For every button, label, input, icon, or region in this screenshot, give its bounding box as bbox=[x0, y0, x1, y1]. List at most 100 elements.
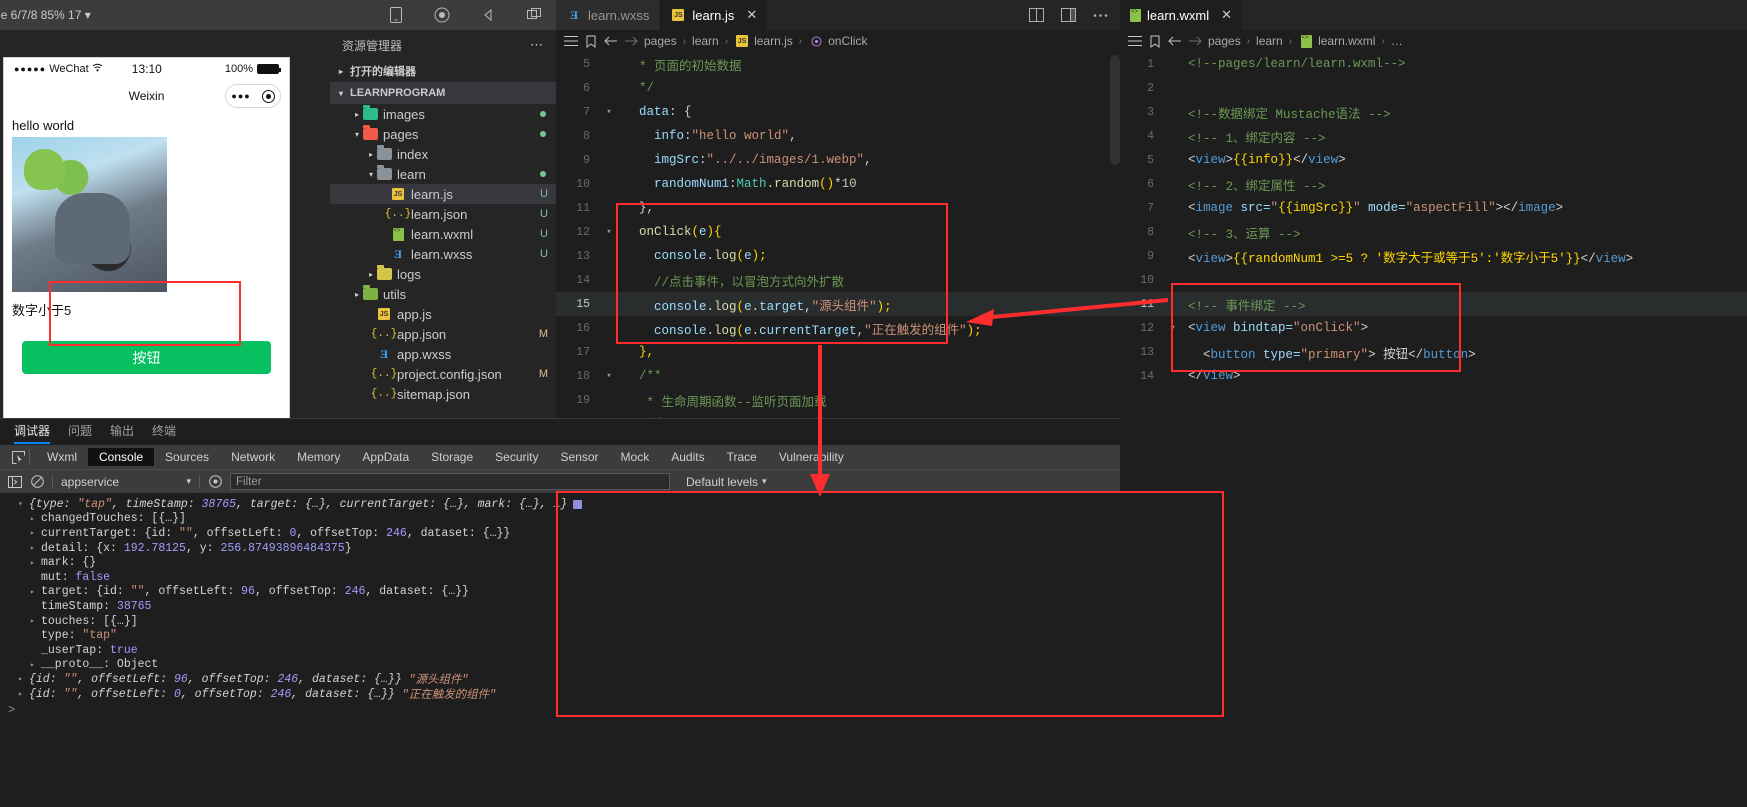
code-text[interactable]: <!--pages/learn/learn.wxml--> bbox=[1180, 57, 1406, 71]
chevron-right-icon[interactable]: ▸ bbox=[352, 110, 362, 119]
bookmark-icon[interactable] bbox=[584, 34, 598, 48]
fold-chevron-icon[interactable]: ▾ bbox=[602, 107, 616, 117]
console-line[interactable]: ▸__proto__: Object bbox=[0, 658, 1120, 673]
file-tree-item[interactable]: learn.wxmlU bbox=[330, 224, 556, 244]
live-expression-icon[interactable] bbox=[208, 475, 222, 489]
code-text[interactable]: <view bindtap="onClick"> bbox=[1180, 321, 1368, 335]
console-tab-sensor[interactable]: Sensor bbox=[550, 448, 610, 466]
expand-right-icon[interactable]: ▸ bbox=[18, 689, 29, 699]
console-tab-vulnerability[interactable]: Vulnerability bbox=[768, 448, 855, 466]
bookmark-icon[interactable] bbox=[1148, 34, 1162, 48]
debugger-tab-2[interactable]: 输出 bbox=[110, 422, 134, 442]
debugger-tab-0[interactable]: 调试器 bbox=[14, 422, 50, 442]
code-text[interactable]: <!-- 2、绑定属性 --> bbox=[1180, 175, 1326, 194]
breadcrumb-item[interactable]: JSlearn.js bbox=[734, 33, 793, 49]
primary-button[interactable]: 按钮 bbox=[22, 341, 271, 374]
expand-right-icon[interactable]: ▸ bbox=[18, 674, 29, 684]
breadcrumb-item[interactable]: … bbox=[1391, 34, 1403, 48]
phone-icon[interactable] bbox=[388, 7, 404, 23]
expand-right-icon[interactable]: ▸ bbox=[30, 616, 41, 626]
debugger-tab-1[interactable]: 问题 bbox=[68, 422, 92, 442]
code-text[interactable]: <view>{{info}}</view> bbox=[1180, 153, 1346, 167]
code-text[interactable]: <image src="{{imgSrc}}" mode="aspectFill… bbox=[1180, 201, 1563, 215]
console-tab-sources[interactable]: Sources bbox=[154, 448, 220, 466]
file-tree-item[interactable]: ▸images bbox=[330, 104, 556, 124]
close-icon[interactable]: ✕ bbox=[746, 7, 757, 23]
fold-chevron-icon[interactable]: ▾ bbox=[1166, 323, 1180, 333]
chevron-right-icon[interactable]: ▸ bbox=[352, 290, 362, 299]
code-text[interactable]: data: { bbox=[616, 105, 692, 119]
code-text[interactable]: console.log(e.target,"源头组件"); bbox=[616, 295, 892, 314]
expand-right-icon[interactable]: ▸ bbox=[30, 660, 41, 670]
console-tab-trace[interactable]: Trace bbox=[716, 448, 768, 466]
console-line[interactable]: ▸touches: [{…}] bbox=[0, 614, 1120, 629]
breadcrumb-item[interactable]: learn bbox=[692, 34, 719, 48]
console-tab-appdata[interactable]: AppData bbox=[351, 448, 420, 466]
forward-arrow-icon[interactable] bbox=[1188, 34, 1202, 48]
clear-console-icon[interactable] bbox=[30, 475, 44, 489]
chevron-right-icon[interactable]: ▸ bbox=[366, 270, 376, 279]
file-tree-item[interactable]: ▾learn bbox=[330, 164, 556, 184]
tab-learn-wxml[interactable]: learn.wxml ✕ bbox=[1120, 0, 1243, 30]
console-line[interactable]: _userTap: true bbox=[0, 643, 1120, 658]
console-tab-security[interactable]: Security bbox=[484, 448, 549, 466]
console-tab-console[interactable]: Console bbox=[88, 448, 154, 466]
console-tab-mock[interactable]: Mock bbox=[610, 448, 661, 466]
sound-icon[interactable] bbox=[480, 7, 496, 23]
file-tree-item[interactable]: {..}app.jsonM bbox=[330, 324, 556, 344]
chevron-right-icon[interactable]: ▸ bbox=[366, 150, 376, 159]
file-tree-item[interactable]: Ǝapp.wxss bbox=[330, 344, 556, 364]
console-line[interactable]: ▸changedTouches: [{…}] bbox=[0, 512, 1120, 527]
file-tree-item[interactable]: {..}project.config.jsonM bbox=[330, 364, 556, 384]
breadcrumb-item[interactable]: pages bbox=[1208, 34, 1241, 48]
file-tree-item[interactable]: Ǝlearn.wxssU bbox=[330, 244, 556, 264]
code-text[interactable]: <!-- 3、运算 --> bbox=[1180, 223, 1301, 242]
code-text[interactable]: * 页面的初始数据 bbox=[616, 55, 742, 74]
window-icon[interactable] bbox=[526, 7, 542, 23]
file-tree-item[interactable]: {..}learn.jsonU bbox=[330, 204, 556, 224]
log-levels-selector[interactable]: Default levels ▾ bbox=[686, 475, 767, 489]
expand-right-icon[interactable]: ▸ bbox=[30, 514, 41, 524]
console-line[interactable]: ▸currentTarget: {id: "", offsetLeft: 0, … bbox=[0, 526, 1120, 541]
breadcrumb-item[interactable]: onClick bbox=[808, 33, 867, 49]
inspect-element-icon[interactable] bbox=[8, 449, 30, 465]
open-editors-section[interactable]: ▸ 打开的编辑器 bbox=[330, 60, 556, 82]
code-text[interactable]: imgSrc:"../../images/1.webp", bbox=[616, 153, 872, 167]
code-text[interactable]: * 生命周期函数--监听页面加载 bbox=[616, 391, 827, 410]
console-line[interactable]: timeStamp: 38765 bbox=[0, 599, 1120, 614]
breadcrumb-item[interactable]: pages bbox=[644, 34, 677, 48]
console-tab-storage[interactable]: Storage bbox=[420, 448, 484, 466]
js-code-area[interactable]: 5 * 页面的初始数据6 */7▾ data: {8 info:"hello w… bbox=[556, 52, 1120, 460]
file-tree-item[interactable]: ▸utils bbox=[330, 284, 556, 304]
file-tree-item[interactable]: ▸logs bbox=[330, 264, 556, 284]
code-text[interactable]: }, bbox=[616, 345, 654, 359]
code-text[interactable]: <button type="primary"> 按钮</button> bbox=[1180, 343, 1476, 362]
breadcrumb-item[interactable]: learn.wxml bbox=[1298, 33, 1375, 49]
code-text[interactable]: }, bbox=[616, 201, 654, 215]
device-selector[interactable]: ne 6/7/8 85% 17 ▾ bbox=[0, 8, 91, 22]
console-output[interactable]: ▾{type: "tap", timeStamp: 38765, target:… bbox=[0, 493, 1120, 701]
back-arrow-icon[interactable] bbox=[604, 34, 618, 48]
expand-right-icon[interactable]: ▸ bbox=[30, 587, 41, 597]
more-icon[interactable] bbox=[1092, 7, 1108, 23]
forward-arrow-icon[interactable] bbox=[624, 34, 638, 48]
console-line[interactable]: ▸detail: {x: 192.78125, y: 256.874938964… bbox=[0, 541, 1120, 556]
code-text[interactable]: <view>{{randomNum1 >=5 ? '数字大于或等于5':'数字小… bbox=[1180, 247, 1633, 266]
list-icon[interactable] bbox=[564, 34, 578, 48]
expand-right-icon[interactable]: ▸ bbox=[30, 558, 41, 568]
console-tab-audits[interactable]: Audits bbox=[660, 448, 715, 466]
code-text[interactable]: console.log(e); bbox=[616, 249, 767, 263]
file-tree-item[interactable]: ▸index bbox=[330, 144, 556, 164]
console-line[interactable]: type: "tap" bbox=[0, 628, 1120, 643]
capsule-buttons[interactable]: ●●● bbox=[225, 84, 281, 108]
expand-right-icon[interactable]: ▸ bbox=[30, 543, 41, 553]
close-icon[interactable]: ✕ bbox=[1221, 7, 1232, 23]
console-line[interactable]: ▸target: {id: "", offsetLeft: 96, offset… bbox=[0, 585, 1120, 600]
console-tab-wxml[interactable]: Wxml bbox=[36, 448, 88, 466]
code-text[interactable]: <!--数据绑定 Mustache语法 --> bbox=[1180, 103, 1391, 122]
more-dots-icon[interactable]: ●●● bbox=[231, 91, 250, 101]
expand-right-icon[interactable]: ▸ bbox=[30, 528, 41, 538]
console-line[interactable]: ▸mark: {} bbox=[0, 555, 1120, 570]
close-circle-icon[interactable] bbox=[262, 90, 275, 103]
fold-chevron-icon[interactable]: ▾ bbox=[602, 227, 616, 237]
